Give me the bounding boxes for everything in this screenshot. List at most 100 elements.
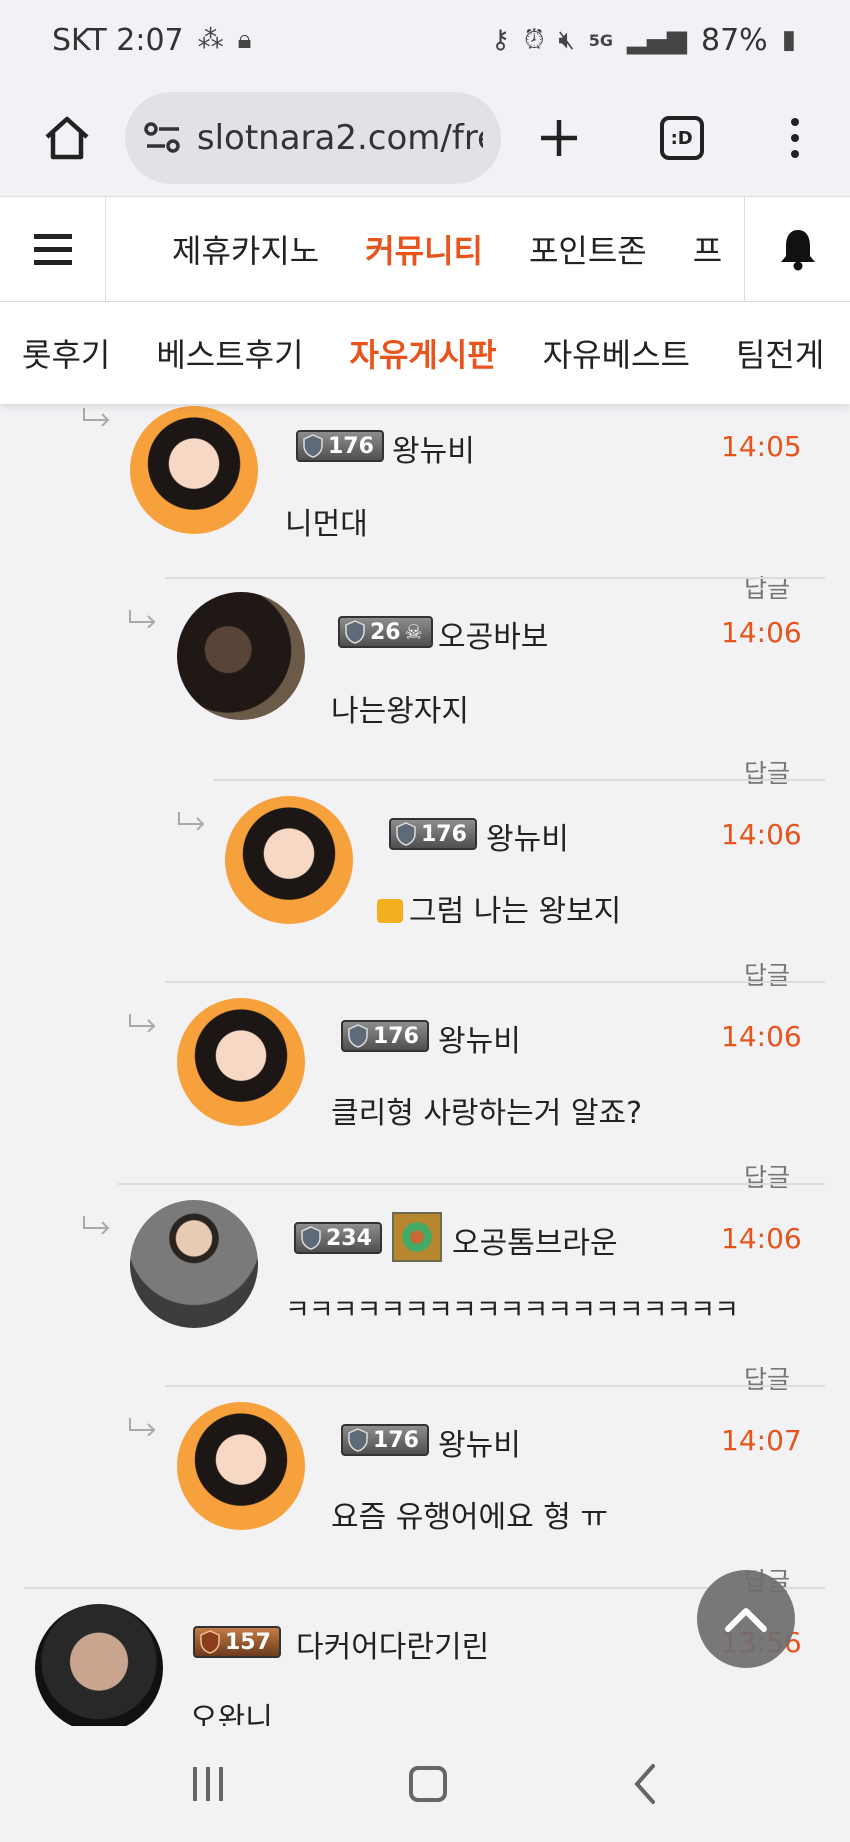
level-badge: 176 (296, 430, 384, 462)
comment-item: 234 오공톰브라운 14:06 ㅋㅋㅋㅋㅋㅋㅋㅋㅋㅋㅋㅋㅋㅋㅋㅋㅋㅋㅋ 답글 (0, 1184, 850, 1394)
comment-item: 26 ☠ 오공바보 14:06 나는왕자지 답글 (0, 578, 850, 788)
tab-switcher-button[interactable]: :D (646, 102, 717, 174)
author-name[interactable]: 오공바보 (438, 612, 548, 656)
author-name[interactable]: 왕뉴비 (438, 1016, 521, 1060)
comment-text: ㅋㅋㅋㅋㅋㅋㅋㅋㅋㅋㅋㅋㅋㅋㅋㅋㅋㅋㅋ (285, 1295, 739, 1326)
comment-time: 14:06 (721, 818, 802, 851)
recent-apps-icon-bar (206, 1767, 210, 1801)
author-name[interactable]: 왕뉴비 (486, 814, 569, 858)
author-name[interactable]: 왕뉴비 (392, 426, 475, 470)
reply-arrow-icon (129, 610, 156, 628)
reply-arrow-icon (178, 812, 205, 830)
back-icon[interactable] (633, 1763, 657, 1805)
level-number: 176 (373, 1427, 419, 1453)
avatar[interactable] (130, 406, 258, 534)
shield-icon (348, 1024, 368, 1048)
comment-text-body: 그럼 나는 왕보지 (409, 894, 622, 929)
scroll-to-top-button[interactable] (697, 1570, 795, 1668)
level-badge: 157 (193, 1626, 281, 1658)
browser-toolbar: slotnara2.com/fre :D (0, 80, 850, 196)
level-number: 157 (225, 1629, 271, 1655)
home-button[interactable] (32, 102, 103, 174)
board-tabs: 롯후기 베스트후기 자유게시판 자유베스트 팀전게 (0, 302, 850, 404)
tab-count: :D (659, 116, 704, 160)
dot-icon (790, 150, 799, 158)
lock-icon: 🔒︎ (237, 24, 252, 55)
author-name[interactable]: 오공톰브라운 (452, 1218, 618, 1262)
chevron-up-icon (725, 1608, 767, 1632)
main-nav: 제휴카지노 커뮤니티 포인트존 프 (106, 197, 744, 301)
menu-icon (33, 233, 72, 239)
comment-text: 니먼대 (285, 507, 368, 542)
battery-level: 87% (701, 22, 768, 58)
tab-free-board[interactable]: 자유게시판 (350, 330, 497, 376)
comment-text: 그럼 나는 왕보지 (377, 886, 621, 930)
mute-icon: 🔇︎ (558, 24, 575, 55)
comment-item: 176 왕뉴비 14:05 니먼대 답글 (0, 404, 850, 606)
new-tab-button[interactable] (523, 102, 594, 174)
battery-icon: ▮ (781, 25, 796, 55)
reply-arrow-icon (129, 1014, 156, 1032)
home-icon (45, 116, 89, 160)
comment-item: 176 왕뉴비 14:07 요즘 유행어에요 형 ㅠ 답글 (0, 1386, 850, 1596)
url-text: slotnara2.com/fre (196, 118, 484, 158)
nav-item-point-zone[interactable]: 포인트존 (529, 226, 647, 272)
level-badge: 26 ☠ (338, 616, 433, 648)
site-nav: 제휴카지노 커뮤니티 포인트존 프 (0, 196, 850, 302)
nav-item-community[interactable]: 커뮤니티 (365, 226, 483, 272)
recent-apps-icon-bar (219, 1767, 223, 1801)
author-name[interactable]: 왕뉴비 (438, 1420, 521, 1464)
avatar[interactable] (177, 998, 305, 1126)
tab-best-review[interactable]: 베스트후기 (156, 330, 303, 376)
menu-icon-bar (33, 259, 72, 265)
hamburger-menu-button[interactable] (0, 197, 106, 301)
comment-time: 14:05 (721, 430, 802, 463)
author-name[interactable]: 다커어다란기린 (296, 1622, 489, 1666)
recent-apps-icon (193, 1767, 197, 1801)
more-menu-button[interactable] (759, 102, 830, 174)
shield-icon (345, 620, 365, 644)
avatar[interactable] (225, 796, 353, 924)
avatar[interactable] (177, 1402, 305, 1530)
notifications-button[interactable] (744, 197, 850, 301)
tab-team-battle[interactable]: 팀전게 (736, 330, 824, 376)
dot-icon (790, 118, 799, 126)
comment-text: 요즘 유행어에요 형 ㅠ (331, 1500, 609, 1535)
comment-item: 176 왕뉴비 14:06 클리형 사랑하는거 알죠? 답글 (0, 982, 850, 1192)
home-nav-button[interactable] (409, 1766, 447, 1802)
comment-list: 176 왕뉴비 14:05 니먼대 답글 26 ☠ 오공바보 14:06 나는왕… (0, 404, 850, 1726)
system-nav-bar (0, 1726, 850, 1842)
site-settings-icon[interactable] (143, 120, 183, 156)
level-badge: 176 (389, 818, 477, 850)
address-bar[interactable]: slotnara2.com/fre (124, 92, 502, 184)
tab-review[interactable]: 롯후기 (22, 330, 110, 376)
avatar[interactable] (130, 1200, 258, 1328)
comment-time: 14:06 (721, 1222, 802, 1255)
level-badge: 176 (341, 1424, 429, 1456)
lock-emoji-icon (377, 899, 403, 923)
reply-arrow-icon (83, 408, 110, 426)
level-number: 176 (373, 1023, 419, 1049)
menu-icon-bar (33, 246, 72, 252)
nav-item-partner-casino[interactable]: 제휴카지노 (172, 226, 319, 272)
avatar[interactable] (35, 1604, 163, 1726)
comment-time: 14:07 (721, 1424, 802, 1457)
comment-time: 14:06 (721, 616, 802, 649)
guild-emblem-icon (392, 1212, 442, 1262)
reply-arrow-icon (83, 1216, 110, 1234)
nav-item-more[interactable]: 프 (693, 226, 722, 272)
tab-free-best[interactable]: 자유베스트 (543, 330, 690, 376)
avatar[interactable] (177, 592, 305, 720)
shield-icon (303, 434, 323, 458)
comment-text: 클리형 사랑하는거 알죠? (331, 1096, 642, 1131)
alarm-icon: ⏰︎ (524, 24, 545, 55)
shield-icon (200, 1630, 220, 1654)
key-icon: ⚷ (491, 25, 511, 55)
comment-item: 176 왕뉴비 14:06 그럼 나는 왕보지 답글 (0, 780, 850, 990)
dot-icon (790, 134, 799, 142)
skull-icon: ☠ (404, 620, 423, 644)
comment-text: 나는왕자지 (331, 694, 469, 729)
recent-apps-button[interactable] (193, 1767, 223, 1801)
level-number: 176 (328, 433, 374, 459)
level-number: 234 (326, 1225, 372, 1251)
